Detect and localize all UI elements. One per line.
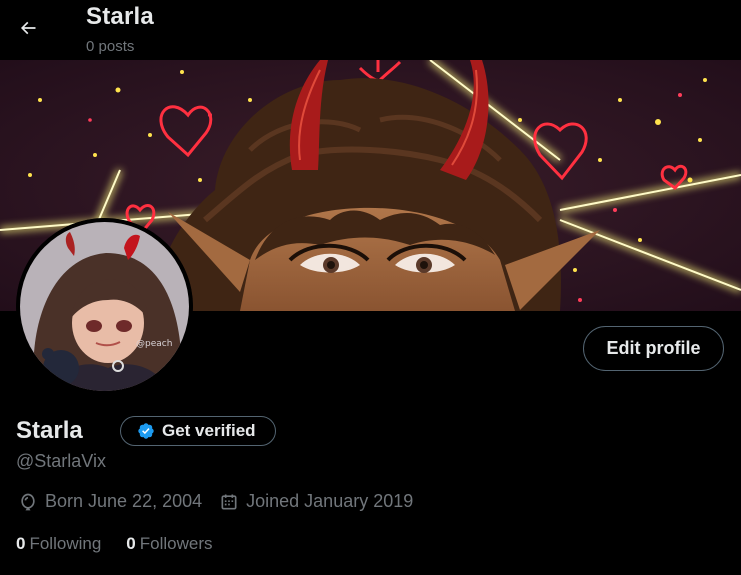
header-post-count: 0 posts [86, 38, 135, 55]
header-title: Starla [86, 3, 154, 30]
arrow-left-icon [20, 21, 36, 35]
birthday-info: Born June 22, 2004 [18, 491, 202, 512]
following-link[interactable]: 0 Following [16, 534, 101, 554]
edit-profile-button[interactable]: Edit profile [583, 326, 724, 371]
user-handle: @StarlaVix [16, 451, 106, 471]
get-verified-button[interactable]: Get verified [120, 416, 276, 446]
joined-info: Joined January 2019 [219, 491, 413, 512]
followers-label: Followers [139, 534, 213, 553]
get-verified-label: Get verified [162, 421, 256, 440]
birthday-text: Born June 22, 2004 [45, 491, 203, 511]
followers-count: 0 [126, 534, 136, 553]
top-bar: Starla 0 posts [0, 0, 741, 60]
follow-stats: 0 Following 0 Followers [16, 534, 213, 554]
following-label: Following [29, 534, 102, 553]
avatar-image: @peach [16, 218, 193, 395]
verified-badge-icon [137, 422, 155, 440]
avatar-watermark: @peach [136, 339, 172, 349]
profile-meta: Born June 22, 2004 Joined January 2019 [18, 491, 413, 512]
display-name: Starla [16, 417, 83, 444]
calendar-icon [221, 494, 237, 509]
followers-link[interactable]: 0 Followers [126, 534, 212, 554]
profile-avatar[interactable]: @peach [16, 218, 193, 395]
following-count: 0 [16, 534, 26, 553]
joined-text: Joined January 2019 [246, 491, 414, 511]
back-button[interactable] [10, 10, 46, 46]
balloon-icon [21, 493, 35, 510]
